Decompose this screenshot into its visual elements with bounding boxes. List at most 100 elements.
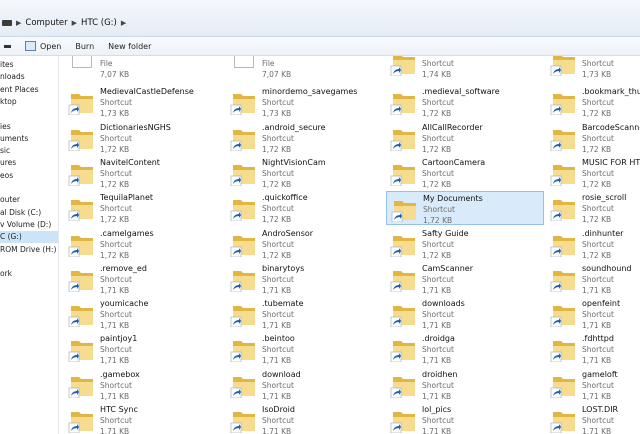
item-name: paintjoy1 xyxy=(100,334,138,344)
shortcut-item[interactable]: binarytoys Shortcut 1,71 KB xyxy=(226,262,384,296)
shortcut-item[interactable]: DictionariesNGHS Shortcut 1,72 KB xyxy=(64,121,222,155)
command-bar: Open Burn New folder xyxy=(0,37,640,56)
item-type: File xyxy=(262,59,275,68)
file-item[interactable]: File 7,07 KB xyxy=(64,56,222,80)
shortcut-item[interactable]: .dinhunter Shortcut 1,72 KB xyxy=(546,227,640,261)
shortcut-item[interactable]: TequilaPlanet Shortcut 1,72 KB xyxy=(64,191,222,225)
item-name: .medieval_software xyxy=(422,87,500,97)
shortcut-item[interactable]: NavitelContent Shortcut 1,72 KB xyxy=(64,156,222,190)
folder-shortcut-icon xyxy=(68,270,93,292)
open-icon xyxy=(25,41,36,51)
item-size: 1,71 KB xyxy=(100,285,130,295)
item-type: File xyxy=(100,59,113,68)
shortcut-item[interactable]: Shortcut 1,73 KB xyxy=(546,56,640,80)
shortcut-item[interactable]: downloads Shortcut 1,71 KB xyxy=(386,297,544,331)
sidebar-item[interactable]: eos xyxy=(0,170,13,182)
shortcut-item[interactable]: .fdhttpd Shortcut 1,71 KB xyxy=(546,332,640,366)
folder-shortcut-icon xyxy=(68,412,93,433)
shortcut-item[interactable]: rosie_scroll Shortcut 1,72 KB xyxy=(546,191,640,225)
breadcrumb-computer[interactable]: Computer xyxy=(25,18,67,28)
menu-handle-icon[interactable] xyxy=(4,44,11,48)
item-size: 1,71 KB xyxy=(582,427,612,434)
shortcut-item[interactable]: .medieval_software Shortcut 1,72 KB xyxy=(386,85,544,119)
sidebar-item[interactable]: ures xyxy=(0,157,16,169)
shortcut-item[interactable]: paintjoy1 Shortcut 1,71 KB xyxy=(64,332,222,366)
sidebar-item[interactable]: ork xyxy=(0,268,12,280)
folder-shortcut-icon xyxy=(68,341,93,363)
item-type: Shortcut xyxy=(582,380,614,390)
sidebar-item[interactable]: sic xyxy=(0,145,10,157)
shortcut-item[interactable]: Shortcut 1,74 KB xyxy=(386,56,544,80)
shortcut-item[interactable]: download Shortcut 1,71 KB xyxy=(226,368,384,402)
chevron-right-icon[interactable]: ▶ xyxy=(121,19,126,27)
shortcut-item[interactable]: NightVisionCam Shortcut 1,72 KB xyxy=(226,156,384,190)
shortcut-item[interactable]: .android_secure Shortcut 1,72 KB xyxy=(226,121,384,155)
item-size: 1,71 KB xyxy=(100,356,130,366)
shortcut-item[interactable]: BarcodeScannerShortcut1,72 KB xyxy=(546,121,640,155)
sidebar-item[interactable]: nloads xyxy=(0,71,25,83)
sidebar-item[interactable]: ent Places xyxy=(0,84,39,96)
sidebar-item[interactable]: ktop xyxy=(0,96,17,108)
shortcut-item[interactable]: openfeint Shortcut 1,71 KB xyxy=(546,297,640,331)
shortcut-item[interactable]: AndroSensor Shortcut 1,72 KB xyxy=(226,227,384,261)
item-type: Shortcut xyxy=(100,274,132,284)
item-name: download xyxy=(262,369,301,379)
shortcut-item[interactable]: My Documents Shortcut 1,72 KB xyxy=(386,191,544,226)
open-label: Open xyxy=(40,41,62,51)
shortcut-item[interactable]: MUSIC FOR HTC Shortcut 1,72 KB xyxy=(546,156,640,190)
sidebar-item[interactable]: C (G:) xyxy=(0,231,58,244)
shortcut-item[interactable]: .droidga Shortcut 1,71 KB xyxy=(386,332,544,366)
folder-shortcut-icon xyxy=(230,164,255,186)
shortcut-item[interactable]: IsoDroid Shortcut 1,71 KB xyxy=(226,403,384,434)
sidebar-item[interactable]: al Disk (C:) xyxy=(0,207,41,219)
chevron-right-icon[interactable]: ▶ xyxy=(16,19,21,27)
file-item[interactable]: File 7,07 KB xyxy=(226,56,384,80)
folder-shortcut-icon xyxy=(550,270,575,292)
item-name: .droidga xyxy=(422,334,455,344)
shortcut-item[interactable]: CamScanner Shortcut 1,71 KB xyxy=(386,262,544,296)
shortcut-item[interactable]: soundhound Shortcut 1,71 KB xyxy=(546,262,640,296)
shortcut-item[interactable]: .tubemate Shortcut 1,71 KB xyxy=(226,297,384,331)
breadcrumb[interactable]: ▶ Computer ▶ HTC (G:) ▶ xyxy=(2,16,126,30)
shortcut-item[interactable]: droidhen Shortcut 1,71 KB xyxy=(386,368,544,402)
sidebar-item[interactable]: ROM Drive (H:) S xyxy=(0,244,58,256)
breadcrumb-current[interactable]: HTC (G:) xyxy=(81,18,117,28)
shortcut-item[interactable]: CartoonCamera Shortcut 1,72 KB xyxy=(386,156,544,190)
shortcut-item[interactable]: .gamebox Shortcut 1,71 KB xyxy=(64,368,222,402)
item-size: 1,72 KB xyxy=(422,250,452,260)
item-name: .beintoo xyxy=(262,334,295,344)
item-type: Shortcut xyxy=(262,274,294,284)
shortcut-item[interactable]: minordemo_savegames Shortcut 1,73 KB xyxy=(226,85,384,119)
shortcut-item[interactable]: Safty Guide Shortcut 1,72 KB xyxy=(386,227,544,261)
folder-shortcut-icon xyxy=(550,56,575,76)
shortcut-item[interactable]: youmicache Shortcut 1,71 KB xyxy=(64,297,222,331)
shortcut-item[interactable]: .bookmark_thumShortcut1,72 KB xyxy=(546,85,640,119)
shortcut-item[interactable]: .quickoffice Shortcut 1,72 KB xyxy=(226,191,384,225)
item-size: 1,72 KB xyxy=(262,215,292,225)
shortcut-item[interactable]: HTC Sync Shortcut 1,71 KB xyxy=(64,403,222,434)
item-name: youmicache xyxy=(100,299,149,309)
shortcut-item[interactable]: gameloft Shortcut 1,71 KB xyxy=(546,368,640,402)
shortcut-item[interactable]: MedievalCastleDefense Shortcut 1,73 KB xyxy=(64,85,222,119)
sidebar-item[interactable]: v Volume (D:) xyxy=(0,219,51,231)
item-type: Shortcut xyxy=(422,59,454,68)
sidebar-item[interactable]: ies xyxy=(0,121,11,133)
new-folder-button[interactable]: New folder xyxy=(108,42,151,51)
shortcut-item[interactable]: .beintoo Shortcut 1,71 KB xyxy=(226,332,384,366)
open-button[interactable]: Open xyxy=(25,41,61,51)
navigation-pane[interactable]: ites nloads ent Places ktop ies uments sic ures… xyxy=(0,56,59,434)
sidebar-item[interactable]: uments xyxy=(0,133,28,145)
sidebar-item[interactable]: ites xyxy=(0,59,14,71)
shortcut-item[interactable]: .remove_ed Shortcut 1,71 KB xyxy=(64,262,222,296)
shortcut-item[interactable]: .camelgames Shortcut 1,72 KB xyxy=(64,227,222,261)
folder-shortcut-icon xyxy=(230,129,255,151)
item-type: Shortcut xyxy=(262,239,294,249)
sidebar-item[interactable]: outer xyxy=(0,194,20,206)
chevron-right-icon[interactable]: ▶ xyxy=(72,19,77,27)
item-size: 1,72 KB xyxy=(100,179,130,189)
shortcut-item[interactable]: LOST.DIR Shortcut 1,71 KB xyxy=(546,403,640,434)
shortcut-item[interactable]: lol_pics Shortcut 1,71 KB xyxy=(386,403,544,434)
shortcut-item[interactable]: AllCallRecorder Shortcut 1,72 KB xyxy=(386,121,544,155)
item-type: Shortcut xyxy=(582,133,614,143)
burn-button[interactable]: Burn xyxy=(75,42,94,51)
